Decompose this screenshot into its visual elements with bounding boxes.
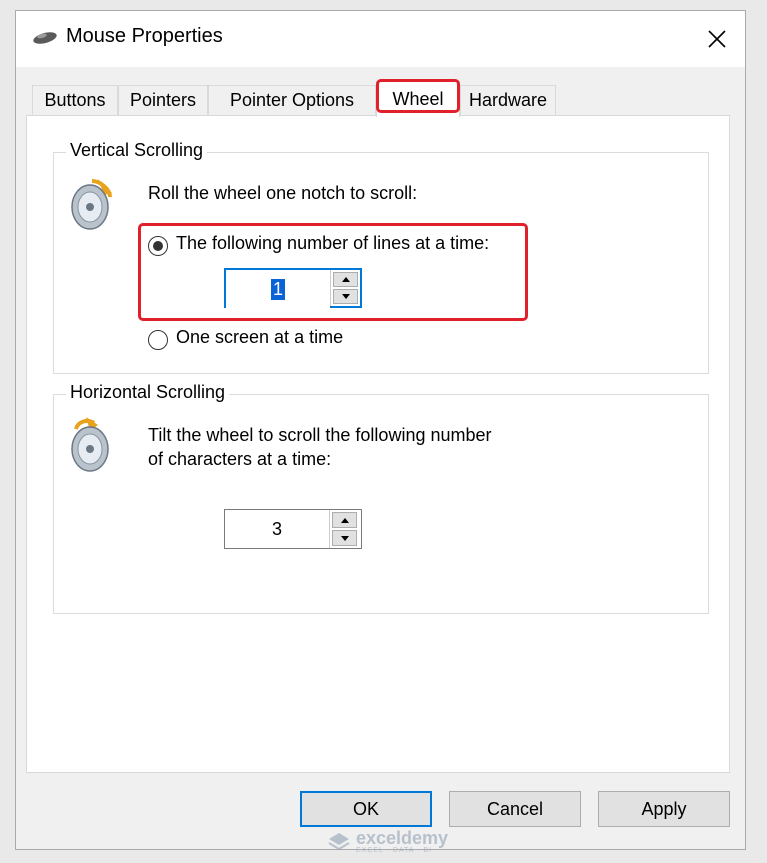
lines-value: 1 bbox=[270, 278, 285, 300]
characters-value: 3 bbox=[271, 518, 282, 539]
tab-label: Pointer Options bbox=[229, 90, 355, 110]
tab-pointer-options[interactable]: Pointer Options bbox=[208, 85, 376, 115]
lines-at-a-time-radio[interactable] bbox=[148, 236, 168, 256]
vertical-instruction: Roll the wheel one notch to scroll: bbox=[148, 183, 418, 203]
group-label: Vertical Scrolling bbox=[66, 140, 208, 161]
characters-input[interactable]: 3 bbox=[225, 510, 329, 548]
tab-label: Hardware bbox=[468, 90, 548, 110]
apply-button[interactable]: Apply bbox=[598, 791, 730, 827]
tab-label: Pointers bbox=[129, 90, 197, 110]
watermark-brand: exceldemy bbox=[356, 828, 449, 848]
lines-input[interactable]: 1 bbox=[226, 270, 330, 308]
close-icon bbox=[708, 30, 726, 48]
lines-at-a-time-label[interactable]: The following number of lines at a time: bbox=[176, 233, 489, 254]
tab-hardware[interactable]: Hardware bbox=[460, 85, 556, 115]
horizontal-scrolling-group: Horizontal Scrolling Tilt the wheel to s… bbox=[53, 382, 709, 614]
watermark-tagline: EXCEL · DATA · BI bbox=[356, 847, 432, 854]
group-label: Horizontal Scrolling bbox=[66, 382, 230, 403]
lines-decrement-button[interactable] bbox=[333, 289, 358, 304]
wheel-tab-panel: Vertical Scrolling Roll the wheel one no… bbox=[26, 115, 730, 773]
one-screen-label[interactable]: One screen at a time bbox=[176, 327, 343, 348]
title-bar: Mouse Properties bbox=[16, 11, 745, 67]
arrow-down-icon bbox=[341, 294, 350, 299]
ok-button[interactable]: OK bbox=[300, 791, 432, 827]
cancel-button[interactable]: Cancel bbox=[449, 791, 581, 827]
horizontal-wheel-icon bbox=[71, 417, 109, 472]
characters-spinner[interactable]: 3 bbox=[224, 509, 362, 549]
vertical-wheel-icon bbox=[71, 179, 112, 230]
window-title: Mouse Properties bbox=[66, 25, 223, 47]
arrow-down-icon bbox=[340, 535, 349, 541]
tab-wheel[interactable]: Wheel bbox=[376, 81, 460, 117]
lines-spinner[interactable]: 1 bbox=[224, 268, 362, 308]
tab-label: Wheel bbox=[392, 89, 444, 109]
lines-spin-buttons bbox=[330, 270, 360, 306]
arrow-up-icon bbox=[340, 517, 349, 523]
tab-pointers[interactable]: Pointers bbox=[118, 85, 208, 115]
horizontal-instruction-line1: Tilt the wheel to scroll the following n… bbox=[148, 425, 492, 445]
watermark: exceldemy EXCEL · DATA · BI bbox=[328, 829, 448, 854]
vertical-scrolling-group: Vertical Scrolling Roll the wheel one no… bbox=[53, 140, 709, 374]
exceldemy-logo-icon bbox=[328, 832, 350, 850]
characters-spin-buttons bbox=[329, 510, 359, 548]
lines-increment-button[interactable] bbox=[333, 272, 358, 287]
horizontal-instruction-line2: of characters at a time: bbox=[148, 449, 332, 469]
mouse-icon bbox=[33, 32, 57, 44]
close-button[interactable] bbox=[697, 19, 737, 59]
tab-buttons[interactable]: Buttons bbox=[32, 85, 118, 115]
tab-label: Buttons bbox=[44, 90, 106, 110]
characters-decrement-button[interactable] bbox=[332, 530, 357, 546]
arrow-up-icon bbox=[341, 277, 350, 282]
characters-increment-button[interactable] bbox=[332, 512, 357, 528]
one-screen-radio[interactable] bbox=[148, 330, 168, 350]
mouse-properties-dialog: Mouse Properties Buttons Pointers Pointe… bbox=[15, 10, 746, 854]
